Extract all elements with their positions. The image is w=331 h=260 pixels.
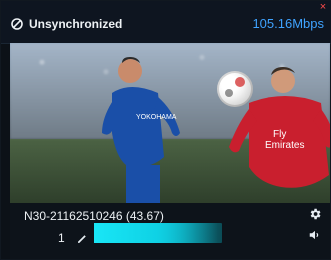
stream-progress-fill bbox=[94, 223, 219, 243]
stream-progress-bar[interactable] bbox=[94, 223, 222, 243]
player-red: Fly Emirates bbox=[229, 67, 330, 188]
bitrate-readout: 105.16Mbps bbox=[252, 16, 324, 31]
pencil-icon[interactable] bbox=[77, 231, 87, 243]
gear-icon[interactable] bbox=[308, 207, 322, 221]
speaker-icon[interactable] bbox=[308, 228, 322, 242]
svg-text:YOKOHAMA: YOKOHAMA bbox=[136, 114, 177, 121]
stream-window: Unsynchronized 105.16Mbps × YOKOHAMA Fly… bbox=[0, 0, 331, 260]
stream-id-label: N30-21162510246 (43.67) bbox=[24, 209, 164, 223]
block-circle-icon bbox=[11, 18, 23, 30]
sync-status: Unsynchronized bbox=[11, 17, 122, 31]
player-blue: YOKOHAMA bbox=[102, 57, 180, 203]
sync-status-label: Unsynchronized bbox=[29, 17, 123, 31]
title-bar: Unsynchronized 105.16Mbps × bbox=[1, 1, 331, 44]
video-viewport[interactable]: YOKOHAMA Fly Emirates bbox=[10, 43, 330, 203]
quality-value: 1 bbox=[58, 231, 65, 245]
player-controls: N30-21162510246 (43.67) 1 bbox=[10, 203, 330, 259]
close-icon[interactable]: × bbox=[317, 1, 329, 13]
